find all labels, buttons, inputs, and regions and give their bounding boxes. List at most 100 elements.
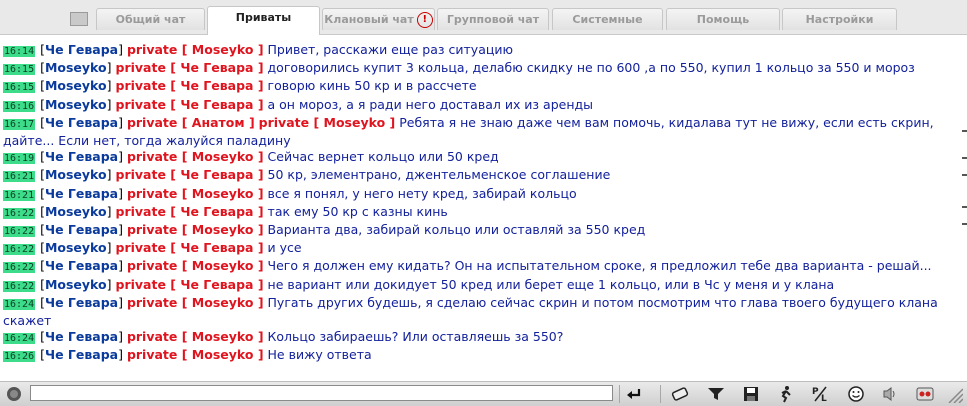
message-text: все я понял, у него нету кред, забирай к… bbox=[267, 185, 577, 201]
message-time: 16:19 bbox=[3, 153, 36, 165]
tab-settings[interactable]: Настройки bbox=[782, 8, 897, 30]
message-text: и усе bbox=[267, 240, 302, 256]
sender-nick[interactable]: Че Гевара bbox=[45, 222, 118, 237]
recipient-nick[interactable]: Moseyko bbox=[324, 115, 386, 130]
scroll-mark bbox=[962, 157, 967, 159]
private-label: private bbox=[126, 347, 178, 363]
tab-privates[interactable]: Приваты bbox=[207, 6, 320, 35]
message-input[interactable] bbox=[30, 385, 613, 401]
eraser-icon[interactable] bbox=[670, 385, 690, 403]
sender-nick[interactable]: Moseyko bbox=[45, 204, 107, 219]
sound-icon[interactable] bbox=[881, 385, 901, 403]
recipient-nick[interactable]: Че Гевара bbox=[180, 97, 253, 112]
recipient-nick[interactable]: Че Гевара bbox=[180, 240, 253, 255]
sender-nick[interactable]: Че Гевара bbox=[45, 295, 118, 310]
private-label: private bbox=[115, 203, 166, 219]
private-label: private bbox=[126, 185, 178, 201]
recipient-nick[interactable]: Moseyko bbox=[192, 149, 254, 164]
sender-nick[interactable]: Moseyko bbox=[45, 60, 107, 75]
message-time: 16:15 bbox=[3, 64, 36, 76]
send-enter-icon[interactable] bbox=[624, 385, 644, 403]
private-label: private bbox=[126, 222, 178, 238]
tab-label: Помощь bbox=[696, 13, 750, 26]
chat-message: 16:22 [Moseyko] private [ Че Гевара ] не… bbox=[3, 276, 835, 292]
message-time: 16:22 bbox=[3, 226, 36, 238]
filter-icon[interactable] bbox=[706, 385, 726, 403]
chat-message: 16:21 [Moseyko] private [ Че Гевара ] 50… bbox=[3, 167, 611, 183]
record-icon[interactable] bbox=[915, 385, 935, 403]
sender-nick[interactable]: Че Гевара bbox=[45, 258, 118, 273]
running-man-icon[interactable] bbox=[776, 385, 796, 403]
sender-nick[interactable]: Че Гевара bbox=[45, 329, 118, 344]
save-disk-icon[interactable] bbox=[741, 385, 761, 403]
tab-clan-chat[interactable]: Клановый чат! bbox=[322, 8, 435, 30]
tab-group-chat[interactable]: Групповой чат bbox=[437, 8, 549, 30]
recipient-nick[interactable]: Moseyko bbox=[192, 329, 254, 344]
message-text: не вариант или докидует 50 кред или бере… bbox=[267, 276, 835, 292]
recipient-nick[interactable]: Moseyko bbox=[192, 295, 254, 310]
scroll-mark bbox=[962, 206, 967, 208]
private-label: private bbox=[126, 258, 178, 274]
recipient-nick[interactable]: Moseyko bbox=[192, 258, 254, 273]
smile-icon[interactable] bbox=[846, 385, 866, 403]
chat-message: 16:24 [Че Гевара] private [ Moseyko ] Пу… bbox=[3, 294, 938, 329]
sender-nick[interactable]: Moseyko bbox=[45, 97, 107, 112]
chat-window-icon[interactable] bbox=[70, 12, 88, 26]
private-label: private bbox=[126, 294, 178, 310]
message-time: 16:15 bbox=[3, 82, 36, 94]
sender-nick[interactable]: Moseyko bbox=[45, 240, 107, 255]
translit-icon[interactable]: PL bbox=[811, 385, 831, 403]
sender-nick[interactable]: Moseyko bbox=[45, 167, 107, 182]
recipient-nick[interactable]: Че Гевара bbox=[180, 60, 253, 75]
svg-text:L: L bbox=[821, 394, 827, 402]
sender-nick[interactable]: Че Гевара bbox=[45, 115, 118, 130]
message-time: 16:21 bbox=[3, 171, 36, 183]
tab-label: Клановый чат bbox=[324, 13, 414, 26]
private-label: private bbox=[258, 114, 310, 130]
message-time: 16:24 bbox=[3, 298, 36, 310]
scroll-mark bbox=[962, 130, 967, 132]
sender-nick[interactable]: Че Гевара bbox=[45, 42, 118, 57]
recipient-nick[interactable]: Moseyko bbox=[192, 222, 254, 237]
message-time: 16:21 bbox=[3, 189, 36, 201]
sender-nick[interactable]: Moseyko bbox=[45, 78, 107, 93]
message-time: 16:14 bbox=[3, 46, 36, 57]
chat-message: 16:15 [Moseyko] private [ Че Гевара ] до… bbox=[3, 60, 915, 76]
private-label: private bbox=[115, 96, 166, 112]
chat-message: 16:21 [Че Гевара] private [ Moseyko ] вс… bbox=[3, 185, 577, 201]
private-label: private bbox=[126, 114, 178, 130]
tab-label: Групповой чат bbox=[446, 13, 540, 26]
message-text: а он мороз, а я ради него доставал их из… bbox=[267, 96, 594, 112]
sender-nick[interactable]: Че Гевара bbox=[45, 149, 118, 164]
tab-general-chat[interactable]: Общий чат bbox=[96, 8, 205, 30]
sender-nick[interactable]: Че Гевара bbox=[45, 186, 118, 201]
message-time: 16:16 bbox=[3, 100, 36, 112]
sender-nick[interactable]: Moseyko bbox=[45, 277, 107, 292]
recipient-nick[interactable]: Че Гевара bbox=[180, 78, 253, 93]
scroll-mark bbox=[962, 223, 967, 225]
chat-message: 16:22 [Че Гевара] private [ Moseyko ] Ва… bbox=[3, 222, 646, 238]
private-label: private bbox=[126, 42, 178, 57]
message-text: Варианта два, забирай кольцо или оставля… bbox=[267, 222, 646, 238]
message-time: 16:26 bbox=[3, 351, 36, 363]
scroll-grip-icon[interactable] bbox=[944, 385, 964, 403]
chat-message: 16:14 [Че Гевара] private [ Moseyko ] Пр… bbox=[3, 42, 514, 57]
message-text: Не вижу ответа bbox=[267, 347, 372, 363]
message-time: 16:22 bbox=[3, 262, 36, 274]
chat-message: 16:22 [Moseyko] private [ Че Гевара ] та… bbox=[3, 203, 448, 219]
recipient-nick[interactable]: Че Гевара bbox=[180, 204, 253, 219]
chat-message: 16:16 [Moseyko] private [ Че Гевара ] а … bbox=[3, 96, 594, 112]
tab-label: Системные bbox=[572, 13, 643, 26]
sender-nick[interactable]: Че Гевара bbox=[45, 347, 118, 362]
recipient-nick[interactable]: Moseyko bbox=[192, 42, 254, 57]
recipient-nick[interactable]: Moseyko bbox=[192, 186, 254, 201]
recipient-nick[interactable]: Moseyko bbox=[192, 347, 254, 362]
smiley-head-icon[interactable] bbox=[4, 385, 24, 403]
private-label: private bbox=[126, 149, 178, 165]
recipient-nick[interactable]: Анатом bbox=[192, 115, 245, 130]
message-time: 16:17 bbox=[3, 118, 36, 130]
tab-help[interactable]: Помощь bbox=[666, 8, 780, 30]
tab-system[interactable]: Системные bbox=[552, 8, 663, 30]
recipient-nick[interactable]: Че Гевара bbox=[180, 167, 253, 182]
recipient-nick[interactable]: Че Гевара bbox=[180, 277, 253, 292]
